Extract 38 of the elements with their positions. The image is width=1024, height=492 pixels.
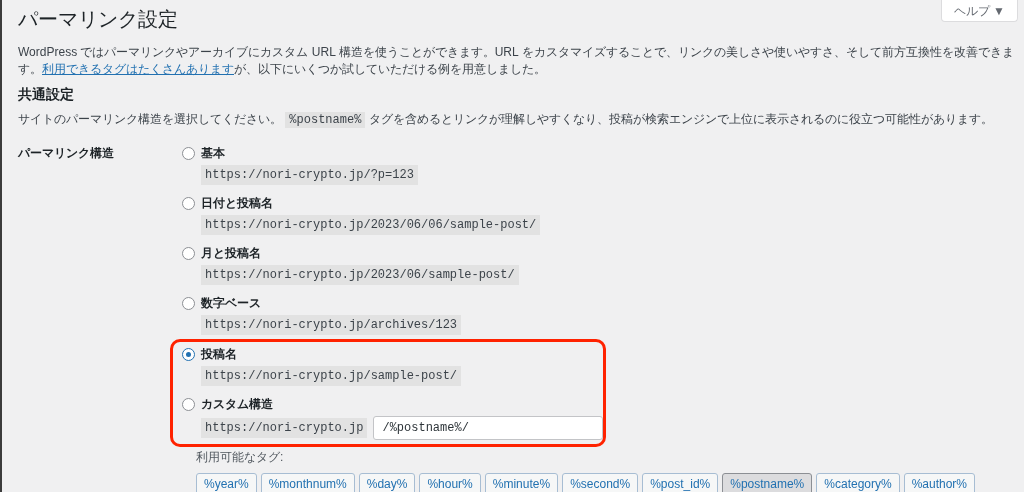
radio-button[interactable] xyxy=(182,397,195,411)
option-label: 月と投稿名 xyxy=(201,245,261,261)
tag-button[interactable]: %day% xyxy=(358,473,416,492)
option-label: 基本 xyxy=(201,145,225,161)
help-button[interactable]: ヘルプ ▼ xyxy=(940,0,1018,22)
tag-button[interactable]: %category% xyxy=(816,473,900,492)
description-text: サイトのパーマリンク構造を選択してください。 %postname% タグを含めるとリンクが理解しやすくなり、投稿が検索エンジンで上位に表示されるのに役立つ可能性があります。 xyxy=(18,111,994,129)
tags-link[interactable]: 利用できるタグはたくさんあります xyxy=(42,62,234,76)
url-example: https://nori-crypto.jp/?p=123 xyxy=(201,165,418,185)
tag-button[interactable]: %minute% xyxy=(484,473,559,492)
radio-button[interactable] xyxy=(182,246,195,260)
tag-button[interactable]: %monthnum% xyxy=(260,473,355,492)
tag-button[interactable]: %postname% xyxy=(722,473,813,492)
url-example: https://nori-crypto.jp/sample-post/ xyxy=(201,366,462,386)
tag-button[interactable]: %second% xyxy=(562,473,639,492)
option-label: 投稿名 xyxy=(201,346,237,362)
option-label: 数字ベース xyxy=(201,295,261,311)
section-heading: 共通設定 xyxy=(18,85,75,104)
radio-button[interactable] xyxy=(182,196,195,210)
url-example: https://nori-crypto.jp/archives/123 xyxy=(201,315,462,335)
field-label: パーマリンク構造 xyxy=(18,145,115,162)
page-title: パーマリンク設定 xyxy=(18,7,178,32)
radio-button[interactable] xyxy=(182,347,195,361)
url-prefix: https://nori-crypto.jp xyxy=(201,418,368,438)
custom-structure-field[interactable]: /%postname%/ xyxy=(373,416,603,440)
tag-button[interactable]: %post_id% xyxy=(642,473,719,492)
option-label: 日付と投稿名 xyxy=(201,195,273,211)
code-tag: %postname% xyxy=(285,112,366,128)
url-example: https://nori-crypto.jp/2023/06/06/sample-post/ xyxy=(201,215,541,235)
tag-button[interactable]: %year% xyxy=(196,473,257,492)
radio-button[interactable] xyxy=(182,146,195,160)
intro-text: WordPress ではパーマリンクやアーカイブにカスタム URL 構造を使うことができます。URL をカスタマイズすることで、リンクの美しさや使いやすさ、そして前方互換性を改善できます。利用できるタグはたくさんありますが、以下にいくつか試していただける例を用意しました。 xyxy=(18,44,1014,78)
available-tags-label: 利用可能なタグ: xyxy=(196,449,285,465)
radio-button[interactable] xyxy=(182,296,195,310)
option-label: カスタム構造 xyxy=(201,396,273,412)
url-example: https://nori-crypto.jp/2023/06/sample-post/ xyxy=(201,265,519,285)
tag-button[interactable]: %hour% xyxy=(419,473,481,492)
tag-button[interactable]: %author% xyxy=(903,473,976,492)
